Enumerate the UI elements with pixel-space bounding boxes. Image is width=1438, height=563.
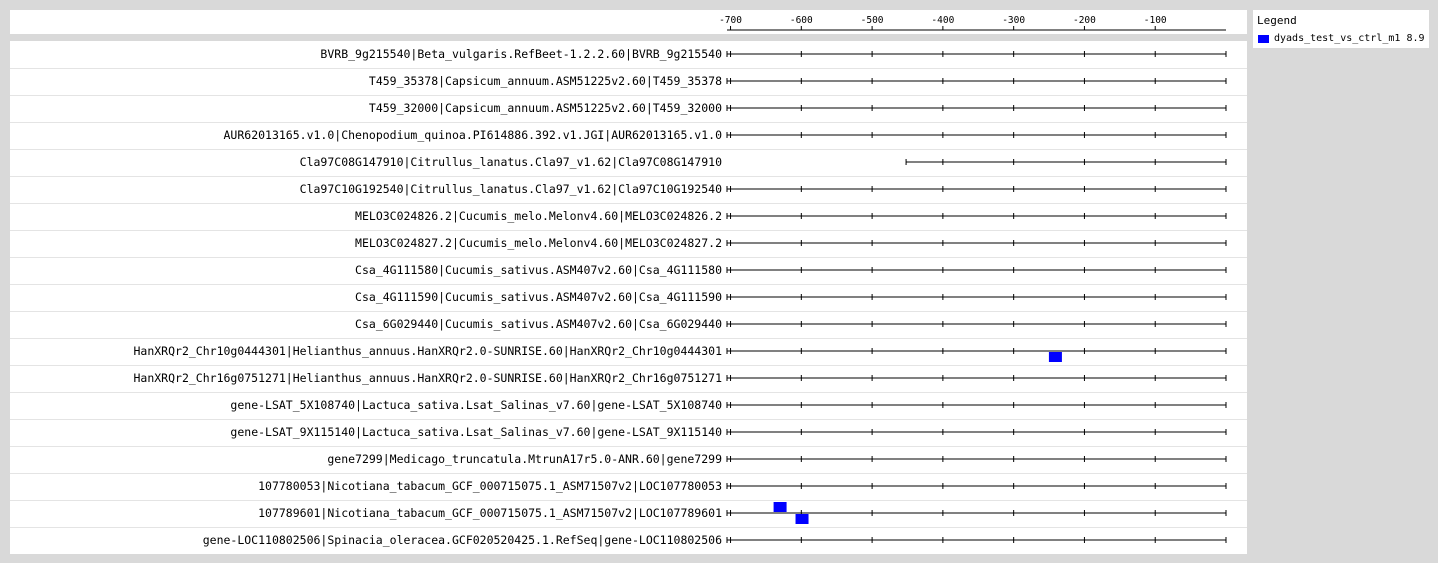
axis-tick-label: -500 — [861, 15, 884, 26]
sequence-label: HanXRQr2_Chr10g0444301|Helianthus_annuus… — [133, 344, 722, 358]
sequence-label: gene-LSAT_9X115140|Lactuca_sativa.Lsat_S… — [230, 425, 722, 439]
axis-tick-label: -600 — [790, 15, 813, 26]
motif-map: -700 -600 -500 -400 -300 -200 -100 BVRB_9g21554… — [10, 15, 1247, 547]
sequence-label: 107789601|Nicotiana_tabacum_GCF_00071507… — [258, 506, 722, 520]
sequence-label: MELO3C024826.2|Cucumis_melo.Melonv4.60|M… — [355, 209, 722, 223]
sequence-label: Csa_4G111590|Cucumis_sativus.ASM407v2.60… — [355, 290, 722, 304]
axis-tick-label: -300 — [1002, 15, 1025, 26]
axis-tick-label: -200 — [1073, 15, 1096, 26]
sequence-label: BVRB_9g215540|Beta_vulgaris.RefBeet-1.2.… — [320, 47, 722, 61]
axis-tick-label: -100 — [1144, 15, 1167, 26]
sequence-label: Cla97C10G192540|Citrullus_lanatus.Cla97_… — [300, 182, 722, 196]
sequence-label: HanXRQr2_Chr16g0751271|Helianthus_annuus… — [133, 371, 722, 385]
motif-site — [795, 514, 809, 524]
sequence-label: 107780053|Nicotiana_tabacum_GCF_00071507… — [258, 479, 722, 493]
sequence-label: MELO3C024827.2|Cucumis_melo.Melonv4.60|M… — [355, 236, 722, 250]
sequence-label: AUR62013165.v1.0|Chenopodium_quinoa.PI61… — [224, 128, 723, 142]
sequence-label: Csa_6G029440|Cucumis_sativus.ASM407v2.60… — [355, 317, 722, 331]
sequence-label: gene-LOC110802506|Spinacia_oleracea.GCF0… — [203, 533, 722, 547]
sequence-label: gene-LSAT_5X108740|Lactuca_sativa.Lsat_S… — [230, 398, 722, 412]
sequence-label: Cla97C08G147910|Citrullus_lanatus.Cla97_… — [300, 155, 722, 169]
sequence-label: T459_35378|Capsicum_annuum.ASM51225v2.60… — [369, 74, 722, 88]
sequence-label: gene7299|Medicago_truncatula.MtrunA17r5.… — [327, 452, 722, 466]
sequence-label: T459_32000|Capsicum_annuum.ASM51225v2.60… — [369, 101, 722, 115]
axis-tick-label: -400 — [931, 15, 954, 26]
motif-site — [773, 502, 787, 512]
sequence-label: Csa_4G111580|Cucumis_sativus.ASM407v2.60… — [355, 263, 722, 277]
motif-site — [1048, 352, 1062, 362]
axis-tick-label: -700 — [719, 15, 742, 26]
